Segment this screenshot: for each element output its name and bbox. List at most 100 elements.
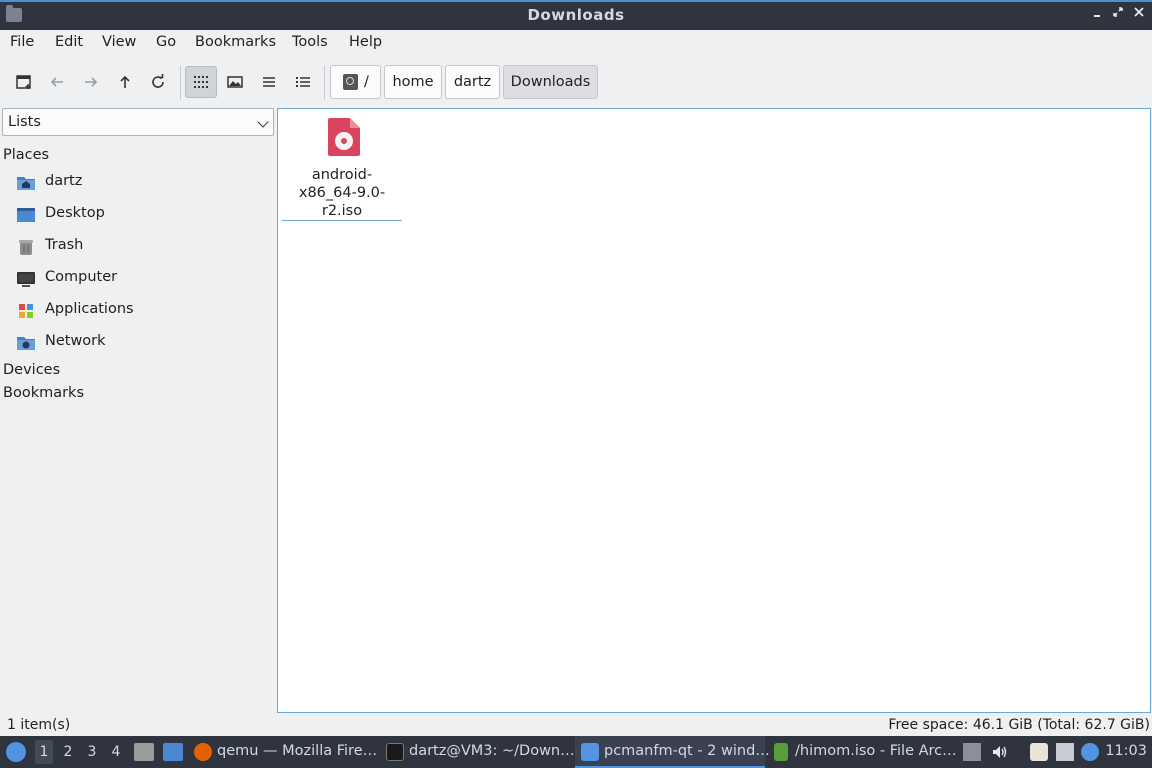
detailed-list-icon [296,77,310,87]
icon-view-button[interactable] [185,66,217,98]
icon-view-icon [194,76,208,88]
back-button[interactable] [41,66,73,98]
sidebar-item-desktop[interactable]: Desktop [16,202,266,228]
task-firefox[interactable]: qemu — Mozilla Fire… [188,736,378,768]
workspace-4[interactable]: 4 [107,744,125,760]
forward-icon [85,77,98,87]
sidebar-mode-select[interactable]: Lists [2,108,274,136]
desktop-icon [17,208,35,222]
item-count: 1 item(s) [7,717,71,733]
task-label: /himom.iso - File Arc… [795,743,957,759]
task-label: qemu — Mozilla Fire… [217,743,378,759]
minimize-icon [1094,15,1100,17]
up-button[interactable] [109,66,141,98]
title-bar: Downloads [0,0,1152,30]
sidebar: Lists Places dartz Desktop Trash Compute… [0,108,275,713]
reload-icon [152,74,164,88]
start-menu-icon[interactable] [6,742,26,762]
menu-edit[interactable]: Edit [55,34,83,50]
task-file-archiver[interactable]: /himom.iso - File Arc… [768,736,958,768]
terminal-icon [386,743,404,761]
status-bar: 1 item(s) Free space: 46.1 GiB (Total: 6… [0,714,1152,736]
devices-header[interactable]: Devices [3,362,60,378]
firefox-icon [194,743,212,761]
breadcrumb-home[interactable]: home [384,65,442,99]
menu-bookmarks[interactable]: Bookmarks [195,34,276,50]
file-name: android- x86_64-9.0-r2.iso [282,166,402,221]
maximize-icon [1113,7,1123,17]
file-name-line-1: android- [311,167,373,183]
menu-bar: File Edit View Go Bookmarks Tools Help [0,30,1152,56]
compact-view-button[interactable] [253,66,285,98]
toolbar-separator [324,66,325,100]
thumbnail-view-button[interactable] [219,66,251,98]
sidebar-mode-value: Lists [8,114,41,130]
file-item[interactable]: android- x86_64-9.0-r2.iso [282,113,402,221]
bookmarks-header[interactable]: Bookmarks [3,385,84,401]
workspace-2[interactable]: 2 [59,744,77,760]
up-icon [120,75,130,88]
file-view[interactable]: android- x86_64-9.0-r2.iso [277,108,1151,713]
computer-icon [17,272,35,287]
workspace-1[interactable]: 1 [35,740,53,764]
task-terminal[interactable]: dartz@VM3: ~/Down… [380,736,575,768]
file-manager-launcher-icon[interactable] [134,743,154,761]
network-icon [17,337,35,350]
sidebar-item-label: Computer [45,269,118,285]
minimize-button[interactable] [1088,6,1106,24]
sidebar-item-label: Network [45,333,106,349]
menu-view[interactable]: View [102,34,136,50]
volume-icon[interactable] [991,743,1009,761]
new-tab-icon [16,75,31,89]
update-notifier-icon[interactable] [1081,743,1099,761]
maximize-button[interactable] [1109,6,1127,24]
places-header[interactable]: Places [3,147,49,163]
detailed-list-button[interactable] [287,66,319,98]
menu-go[interactable]: Go [156,34,176,50]
disc-image-icon [328,118,360,156]
sidebar-item-applications[interactable]: Applications [16,298,266,324]
sidebar-item-label: dartz [45,173,83,189]
menu-help[interactable]: Help [349,34,382,50]
sidebar-item-label: Applications [45,301,134,317]
home-folder-icon [17,177,35,190]
reload-button[interactable] [142,66,174,98]
clipboard-icon[interactable] [1030,743,1048,761]
sidebar-item-label: Trash [45,237,84,253]
workspace-3[interactable]: 3 [83,744,101,760]
taskbar: 1 2 3 4 qemu — Mozilla Fire… dartz@VM3: … [0,736,1152,768]
window-title: Downloads [527,6,625,24]
sidebar-item-label: Desktop [45,205,105,221]
sidebar-item-computer[interactable]: Computer [16,266,266,292]
chevron-down-icon [257,116,269,128]
sidebar-item-network[interactable]: Network [16,330,266,356]
sidebar-item-dartz[interactable]: dartz [16,170,266,196]
compact-view-icon [263,77,275,87]
network-status-icon[interactable] [1056,743,1074,761]
breadcrumb-root-label: / [364,74,369,90]
menu-tools[interactable]: Tools [292,34,328,50]
free-space: Free space: 46.1 GiB (Total: 62.7 GiB) [888,717,1150,733]
sidebar-item-trash[interactable]: Trash [16,234,266,260]
clock[interactable]: 11:03 [1105,743,1147,759]
new-tab-button[interactable] [8,66,40,98]
close-button[interactable] [1130,6,1148,24]
task-label: pcmanfm-qt - 2 wind… [604,743,770,759]
close-icon [1134,7,1144,17]
task-pcmanfm[interactable]: pcmanfm-qt - 2 wind… [575,736,770,768]
breadcrumb-downloads[interactable]: Downloads [503,65,598,99]
forward-button[interactable] [75,66,107,98]
back-icon [50,77,63,87]
toolbar-separator [180,66,181,100]
menu-file[interactable]: File [10,34,34,50]
thumbnail-view-icon [227,76,243,88]
drive-icon [343,74,358,90]
task-label: dartz@VM3: ~/Down… [409,743,575,759]
show-desktop-icon[interactable] [163,743,183,761]
eject-icon[interactable] [963,743,981,761]
breadcrumb-dartz[interactable]: dartz [445,65,500,99]
breadcrumb-root[interactable]: / [330,65,381,99]
file-name-line-2: x86_64-9.0-r2.iso [298,185,386,219]
file-manager-icon [581,743,599,761]
archive-icon [774,743,788,761]
